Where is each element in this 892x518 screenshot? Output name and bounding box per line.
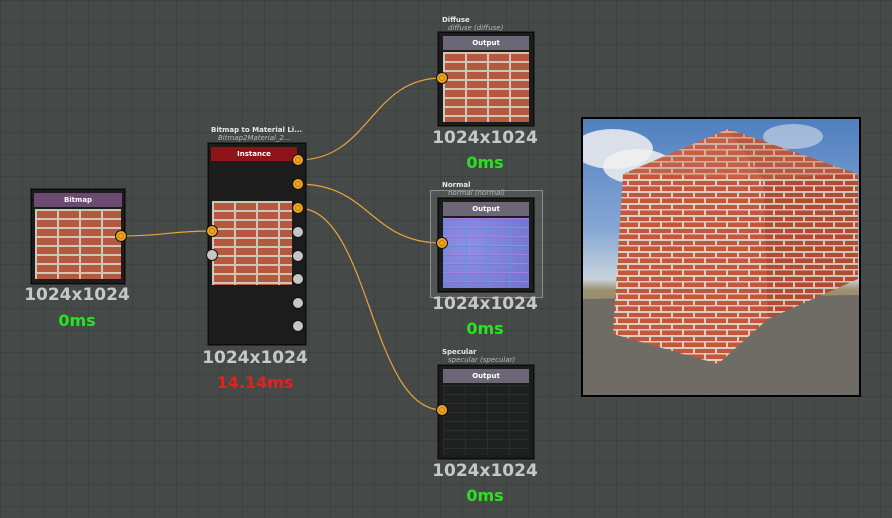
3d-preview-viewport[interactable] <box>581 117 861 397</box>
bitmap-to-material-node[interactable]: Instance <box>208 143 306 345</box>
material-input-port[interactable] <box>206 225 218 237</box>
normal-node-subtitle: normal (normal) <box>448 189 505 197</box>
bitmap-node-header: Bitmap <box>34 193 122 207</box>
bitmap-thumbnail <box>35 209 121 279</box>
diffuse-node-subtitle: diffuse (diffuse) <box>448 24 504 32</box>
normal-thumbnail <box>443 218 529 288</box>
normal-output-node[interactable]: Output <box>438 198 534 292</box>
bitmap-resolution: 1024x1024 <box>24 285 130 305</box>
normal-resolution: 1024x1024 <box>432 294 538 314</box>
material-thumbnail <box>212 201 292 285</box>
diffuse-resolution: 1024x1024 <box>432 128 538 148</box>
specular-time: 0ms <box>466 486 504 505</box>
diffuse-time: 0ms <box>466 153 504 172</box>
diffuse-output-node[interactable]: Output <box>438 32 534 126</box>
specular-input-port[interactable] <box>436 404 448 416</box>
material-node-title: Bitmap to Material Li... <box>211 126 303 134</box>
specular-output-header: Output <box>443 369 529 383</box>
instance-header: Instance <box>211 147 297 161</box>
specular-resolution: 1024x1024 <box>432 461 538 481</box>
material-node-subtitle: Bitmap2Material_2... <box>218 134 291 142</box>
specular-output-node[interactable]: Output <box>438 365 534 459</box>
material-output-port-specular[interactable] <box>292 202 304 214</box>
material-output-port-diffuse[interactable] <box>292 154 304 166</box>
wire-bitmap-to-material <box>120 230 213 237</box>
diffuse-thumbnail <box>443 52 529 122</box>
preview-sky <box>583 119 859 395</box>
material-output-port-5[interactable] <box>292 250 304 262</box>
material-output-port-6[interactable] <box>292 273 304 285</box>
bitmap-output-port[interactable] <box>115 230 127 242</box>
diffuse-input-port[interactable] <box>436 72 448 84</box>
specular-thumbnail <box>443 385 529 455</box>
specular-node-subtitle: specular (specular) <box>448 356 516 364</box>
diffuse-output-header: Output <box>443 36 529 50</box>
material-output-port-4[interactable] <box>292 226 304 238</box>
wire-material-to-specular <box>297 207 443 411</box>
wire-material-to-normal <box>297 183 443 244</box>
specular-node-title: Specular <box>442 348 477 356</box>
material-time: 14.14ms <box>216 373 294 392</box>
material-output-port-normal[interactable] <box>292 178 304 190</box>
wire-material-to-diffuse <box>297 77 443 161</box>
bitmap-node[interactable]: Bitmap <box>31 189 125 284</box>
brick-cube-3d-preview <box>583 129 859 395</box>
material-output-port-7[interactable] <box>292 297 304 309</box>
normal-input-port[interactable] <box>436 237 448 249</box>
material-input-port-2[interactable] <box>206 249 218 261</box>
bitmap-time: 0ms <box>58 311 96 330</box>
normal-output-header: Output <box>443 202 529 216</box>
material-output-port-8[interactable] <box>292 320 304 332</box>
diffuse-node-title: Diffuse <box>442 16 470 24</box>
material-resolution: 1024x1024 <box>202 348 308 368</box>
normal-time: 0ms <box>466 319 504 338</box>
normal-node-title: Normal <box>442 181 471 189</box>
